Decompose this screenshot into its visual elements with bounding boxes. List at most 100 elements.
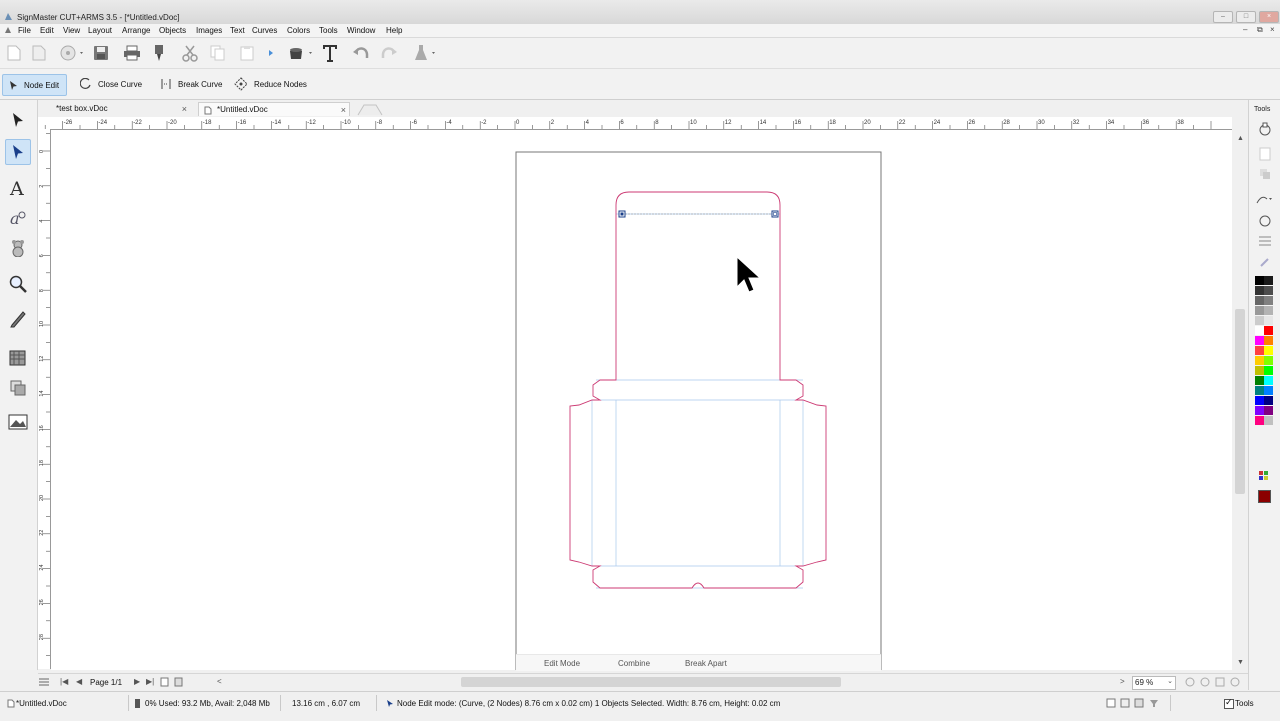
zoom-in-icon[interactable] [1185,677,1195,687]
tab-untitled[interactable]: *Untitled.vDoc × [198,102,350,116]
palette-swatch[interactable] [1255,386,1264,395]
menu-edit[interactable]: Edit [40,26,54,35]
expand-toolbar-arrow[interactable] [266,42,276,64]
last-page-icon[interactable]: ▶| [146,677,154,686]
palette-swatch[interactable] [1264,376,1273,385]
select-tool[interactable] [5,107,31,133]
scroll-left-icon[interactable]: < [217,677,222,686]
open-button[interactable] [28,42,50,64]
vertical-scroll-thumb[interactable] [1235,309,1245,494]
layer-icon[interactable] [1259,144,1271,162]
menu-curves[interactable]: Curves [252,26,277,35]
new-document-button[interactable] [3,42,25,64]
clipart-tool[interactable] [5,235,31,261]
menu-help[interactable]: Help [386,26,402,35]
palette-swatch[interactable] [1264,356,1273,365]
scan-button[interactable] [58,42,86,64]
palette-swatch[interactable] [1255,286,1264,295]
menu-view[interactable]: View [63,26,80,35]
cut-button[interactable] [179,42,201,64]
palette-swatch[interactable] [1264,366,1273,375]
zoom-tool[interactable] [5,271,31,297]
menu-objects[interactable]: Objects [159,26,186,35]
eyedropper-icon[interactable] [1259,256,1271,268]
layout-menu-icon[interactable] [38,677,50,687]
palette-swatch[interactable] [1264,276,1273,285]
palette-swatch[interactable] [1264,396,1273,405]
first-page-icon[interactable]: |◀ [60,677,68,686]
combine-button[interactable]: Combine [618,659,650,668]
palette-swatch[interactable] [1264,306,1273,315]
menu-images[interactable]: Images [196,26,222,35]
menu-tools[interactable]: Tools [319,26,338,35]
mdi-minimize-icon[interactable]: – [1243,25,1247,34]
mdi-restore-icon[interactable]: ⧉ [1257,25,1263,35]
fill-tool[interactable] [5,345,31,371]
break-apart-button[interactable]: Break Apart [685,659,727,668]
palette-swatch[interactable] [1255,276,1264,285]
minimize-button[interactable]: – [1213,11,1233,23]
palette-swatch[interactable] [1255,346,1264,355]
palette-swatch[interactable] [1264,406,1273,415]
close-tab-icon[interactable]: × [341,103,346,117]
save-button[interactable] [90,42,112,64]
current-fill-swatch[interactable] [1258,490,1271,503]
menu-colors[interactable]: Colors [287,26,310,35]
add-page-icon[interactable] [160,677,170,687]
bezier-tool-icon[interactable] [1256,193,1274,205]
prev-page-icon[interactable]: ◀ [76,677,82,686]
next-page-icon[interactable]: ▶ [134,677,140,686]
drawing-canvas[interactable]: Edit Mode Combine Break Apart [51,130,1232,671]
zoom-combobox[interactable]: 69 % ⌄ [1132,676,1176,690]
palette-swatch[interactable] [1255,416,1264,425]
menu-layout[interactable]: Layout [88,26,112,35]
maximize-button[interactable]: □ [1236,11,1256,23]
copy-button[interactable] [207,42,229,64]
align-tool-icon[interactable] [1258,234,1272,248]
text-tool-button[interactable] [319,42,341,64]
tools-panel-title[interactable]: Tools [1254,106,1270,113]
palette-swatch[interactable] [1264,386,1273,395]
palette-swatch[interactable] [1255,336,1264,345]
node-edit-tool[interactable] [5,139,31,165]
tab-test-box[interactable]: *test box.vDoc × [38,102,190,116]
zoom-page-icon[interactable] [1215,677,1225,687]
palette-swatch[interactable] [1264,346,1273,355]
menu-text[interactable]: Text [230,26,245,35]
ellipse-tool-icon[interactable] [1258,214,1272,228]
filter-icon[interactable] [1150,700,1158,707]
image-tool[interactable] [5,409,31,435]
reduce-nodes-button[interactable]: Reduce Nodes [228,74,307,94]
cut-plotter-button[interactable] [148,42,170,64]
pencil-tool[interactable] [5,306,31,332]
palette-swatch[interactable] [1255,376,1264,385]
horizontal-scroll-thumb[interactable] [461,677,841,687]
print-button[interactable] [121,42,143,64]
palette-swatch[interactable] [1264,296,1273,305]
menu-window[interactable]: Window [347,26,375,35]
scroll-down-icon[interactable]: ▼ [1237,659,1244,666]
palette-swatch[interactable] [1264,286,1273,295]
zoom-out-icon[interactable] [1200,677,1210,687]
new-tab-icon[interactable] [356,103,384,116]
palette-swatch[interactable] [1264,416,1273,425]
layers-icon[interactable] [1259,168,1271,180]
edit-mode-button[interactable]: Edit Mode [544,659,580,668]
palette-swatch[interactable] [1264,326,1273,335]
palette-swatch[interactable] [1255,366,1264,375]
menu-file[interactable]: File [18,26,31,35]
effects-button[interactable] [410,42,438,64]
palette-swatch[interactable] [1255,406,1264,415]
zoom-fit-icon[interactable] [1230,677,1240,687]
palette-swatch[interactable] [1255,396,1264,405]
text-tool[interactable]: A [5,175,31,201]
redo-button[interactable] [378,42,400,64]
palette-swatch[interactable] [1255,356,1264,365]
close-window-button[interactable]: × [1259,11,1279,23]
close-tab-icon[interactable]: × [182,102,187,116]
undo-button[interactable] [350,42,372,64]
menu-arrange[interactable]: Arrange [122,26,150,35]
node-edit-button[interactable]: Node Edit [2,74,67,96]
mdi-close-icon[interactable]: × [1270,25,1275,34]
horizontal-ruler[interactable]: -26 -24 -22 -20 -18 -16 -14 -12 -10 -8 -6 -4 -2 0 2 4 6 8… [38,117,1232,130]
